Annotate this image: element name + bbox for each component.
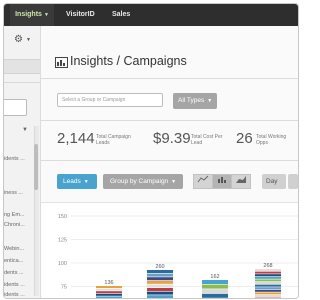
stat-label: Total Cost Per Lead [191, 134, 223, 146]
bar-segment[interactable] [255, 289, 281, 292]
gear-icon[interactable]: ⚙ [14, 34, 23, 45]
nav-insights-label: Insights [15, 11, 42, 18]
sidebar-list-item[interactable]: idents ... [4, 292, 25, 298]
chevron-down-icon[interactable]: ▼ [26, 37, 31, 43]
main-content: Insights / Campaigns Select a Group or C… [41, 26, 298, 298]
bar-segment[interactable] [202, 284, 228, 289]
group-by-label: Group by Campaign [110, 178, 169, 185]
bar-segment[interactable] [147, 277, 173, 281]
top-navigation: Insights ▼ VisitorID Sales [4, 4, 298, 26]
bar-segment[interactable] [147, 273, 173, 277]
y-tick-label: 150 [58, 214, 67, 220]
bar-segment[interactable] [147, 295, 173, 298]
bar-segment[interactable] [202, 289, 228, 294]
bar-segment[interactable] [255, 271, 281, 274]
line-chart-icon[interactable] [193, 174, 213, 189]
sidebar-list-item[interactable]: idents ... [4, 282, 25, 288]
chart-svg: 150 125 100 75 136 260 162 268 [58, 214, 298, 299]
sidebar-scrollbar-thumb[interactable] [34, 144, 38, 190]
bar-segment[interactable] [96, 296, 122, 298]
bar-segment[interactable] [202, 298, 228, 299]
sidebar-list-item[interactable]: idents ... [4, 156, 25, 162]
stat-value: $9.39 [153, 130, 191, 147]
bar-total-label: 162 [210, 274, 219, 280]
sidebar-list-item[interactable]: Webin... [4, 246, 24, 252]
sidebar-list-item[interactable]: entica... [4, 258, 23, 264]
bar-total-label: 268 [263, 263, 272, 269]
y-tick-label: 100 [58, 261, 67, 267]
bar-segment[interactable] [255, 292, 281, 295]
sidebar-list-item[interactable]: Chroni... [4, 222, 25, 228]
chevron-down-icon: ▼ [207, 98, 213, 104]
chevron-down-icon[interactable]: ▼ [22, 127, 28, 133]
nav-insights[interactable]: Insights ▼ [10, 4, 54, 26]
y-tick-label: 125 [58, 238, 67, 244]
leads-dropdown[interactable]: Leads ▼ [57, 174, 97, 189]
divider [41, 160, 298, 161]
stat-value: 26 [236, 130, 253, 147]
bar-segment[interactable] [255, 276, 281, 279]
sidebar-list-item[interactable]: dents ... [4, 270, 24, 276]
sidebar-list-item[interactable]: iness ... [4, 190, 23, 196]
bar-segment[interactable] [96, 286, 122, 288]
bar-segment[interactable] [255, 269, 281, 271]
nav-visitor-id[interactable]: VisitorID [66, 4, 95, 26]
bar-segment[interactable] [96, 291, 122, 294]
all-types-dropdown[interactable]: All Types ▼ [173, 93, 217, 109]
bar-segment[interactable] [255, 282, 281, 284]
chevron-down-icon: ▼ [171, 179, 177, 185]
bar-segment[interactable] [96, 293, 122, 296]
area-chart-icon[interactable] [231, 174, 251, 189]
bar-chart-icon[interactable] [212, 174, 232, 189]
bar-segment[interactable] [255, 295, 281, 297]
sidebar-list-item[interactable]: ng Em... [4, 212, 24, 218]
stacked-bar[interactable] [147, 270, 173, 299]
bar-segment[interactable] [255, 274, 281, 277]
stat-label: Total Campaign Leads [96, 134, 131, 146]
bar-segment[interactable] [147, 291, 173, 295]
bar-segment[interactable] [255, 287, 281, 290]
bar-segment[interactable] [202, 280, 228, 284]
bar-chart-icon [55, 57, 68, 68]
page-title: Insights / Campaigns [70, 54, 187, 68]
leads-label: Leads [63, 178, 81, 185]
campaign-leads-chart: 150 125 100 75 136 260 162 268 [41, 202, 298, 299]
nav-sales[interactable]: Sales [112, 4, 130, 26]
bar-segment[interactable] [255, 284, 281, 287]
bar-segment[interactable] [255, 297, 281, 299]
divider [41, 120, 298, 121]
bar-segment[interactable] [255, 279, 281, 282]
bar-segment[interactable] [147, 270, 173, 273]
all-types-label: All Types [178, 97, 205, 104]
stacked-bar[interactable] [202, 280, 228, 299]
group-campaign-search-input[interactable]: Select a Group or Campaign [57, 93, 163, 107]
sidebar-header-band [4, 59, 40, 74]
interval-dropdown-toggle[interactable] [288, 174, 298, 189]
bar-segment[interactable] [147, 280, 173, 284]
bar-segment[interactable] [147, 284, 173, 288]
bar-total-label: 260 [155, 264, 164, 270]
divider [4, 82, 40, 83]
stat-value: 2,144 [57, 130, 95, 147]
app-window: Insights ▼ VisitorID Sales ⚙ ▼ ▼ idents .… [3, 3, 299, 299]
bar-total-label: 136 [104, 280, 113, 286]
stacked-bar[interactable] [255, 269, 281, 299]
chevron-down-icon: ▼ [83, 179, 89, 185]
bar-segment[interactable] [147, 288, 173, 291]
stacked-bar[interactable] [96, 286, 122, 299]
sidebar-search-input[interactable] [4, 99, 27, 116]
divider [41, 78, 298, 79]
bar-segment[interactable] [202, 293, 228, 298]
sidebar: ⚙ ▼ ▼ idents ... iness ... ng Em... Chro… [4, 26, 41, 298]
y-tick-label: 75 [61, 285, 67, 291]
group-by-dropdown[interactable]: Group by Campaign ▼ [103, 174, 183, 189]
stat-label: Total Working Opps [256, 134, 287, 146]
bar-segment[interactable] [96, 288, 122, 291]
day-dropdown[interactable]: Day [262, 174, 286, 189]
chevron-down-icon: ▼ [43, 12, 49, 18]
